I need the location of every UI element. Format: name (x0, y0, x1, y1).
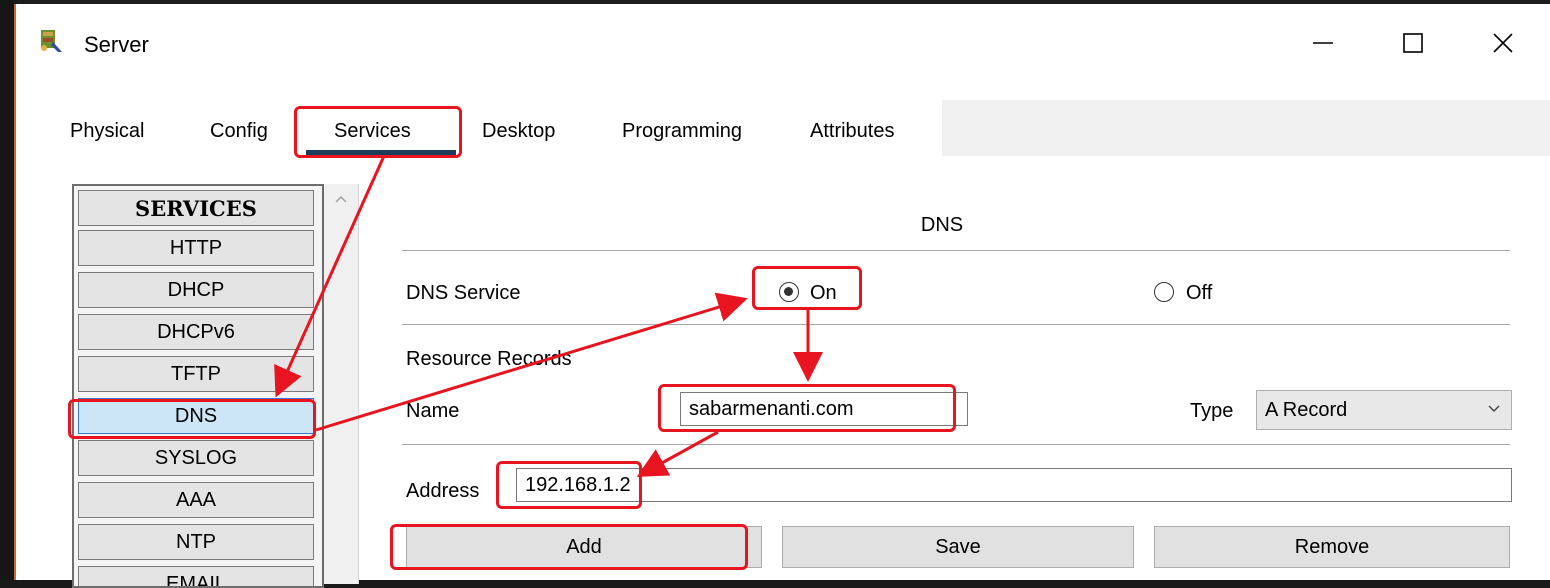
radio-off[interactable] (1154, 282, 1174, 302)
tab-desktop[interactable]: Desktop (482, 120, 555, 143)
close-button[interactable] (1468, 18, 1538, 68)
dns-section-title: DNS (920, 214, 964, 236)
divider (402, 250, 1510, 251)
radio-on[interactable] (779, 282, 799, 302)
window-title: Server (84, 32, 149, 57)
tab-physical[interactable]: Physical (70, 120, 144, 143)
resource-records-label: Resource Records (406, 348, 572, 370)
address-input[interactable]: 192.168.1.2 (516, 468, 1512, 502)
radio-on-label[interactable]: On (810, 282, 837, 305)
screenshot-frame: Server Physical Config Services Desktop … (0, 0, 1550, 588)
divider (402, 444, 1510, 445)
service-item-aaa[interactable]: AAA (78, 482, 314, 518)
tab-programming[interactable]: Programming (622, 120, 742, 143)
client-area: Physical Config Services Desktop Program… (42, 100, 1550, 588)
dns-service-label: DNS Service (406, 282, 521, 304)
services-list: SERVICES HTTP DHCP DHCPv6 TFTP DNS SYSLO… (72, 184, 324, 588)
type-select[interactable]: A Record (1256, 390, 1512, 430)
name-input[interactable]: sabarmenanti.com (680, 392, 968, 426)
tab-config[interactable]: Config (210, 120, 268, 143)
server-app-icon (38, 28, 64, 54)
remove-button[interactable]: Remove (1154, 526, 1510, 568)
services-scrollbar[interactable] (324, 184, 359, 584)
maximize-icon (1403, 33, 1423, 53)
tab-strip: Physical Config Services Desktop Program… (42, 100, 942, 156)
server-window: Server Physical Config Services Desktop … (14, 4, 1550, 588)
service-item-tftp[interactable]: TFTP (78, 356, 314, 392)
address-label: Address (406, 480, 480, 502)
service-item-dhcpv6[interactable]: DHCPv6 (78, 314, 314, 350)
service-item-ntp[interactable]: NTP (78, 524, 314, 560)
title-bar: Server (16, 4, 1550, 84)
name-label: Name (406, 400, 460, 422)
type-label: Type (1190, 400, 1234, 422)
services-panel: SERVICES HTTP DHCP DHCPv6 TFTP DNS SYSLO… (42, 156, 1550, 588)
service-item-syslog[interactable]: SYSLOG (78, 440, 314, 476)
radio-off-label[interactable]: Off (1186, 282, 1212, 305)
save-button[interactable]: Save (782, 526, 1134, 568)
scroll-up-icon[interactable] (334, 194, 348, 204)
chevron-down-icon (1488, 405, 1500, 412)
minimize-button[interactable] (1288, 18, 1358, 68)
tab-services[interactable]: Services (334, 120, 411, 143)
service-item-email[interactable]: EMAIL (78, 566, 314, 586)
service-item-dhcp[interactable]: DHCP (78, 272, 314, 308)
minimize-icon (1313, 42, 1333, 44)
add-button[interactable]: Add (406, 526, 762, 568)
radio-selected-dot (784, 287, 793, 296)
desktop-edge-left (0, 0, 14, 580)
service-item-dns[interactable]: DNS (78, 398, 314, 434)
maximize-button[interactable] (1378, 18, 1448, 68)
tab-attributes[interactable]: Attributes (810, 120, 894, 143)
divider (402, 324, 1510, 325)
type-select-value: A Record (1265, 398, 1348, 421)
close-icon (1493, 33, 1513, 53)
